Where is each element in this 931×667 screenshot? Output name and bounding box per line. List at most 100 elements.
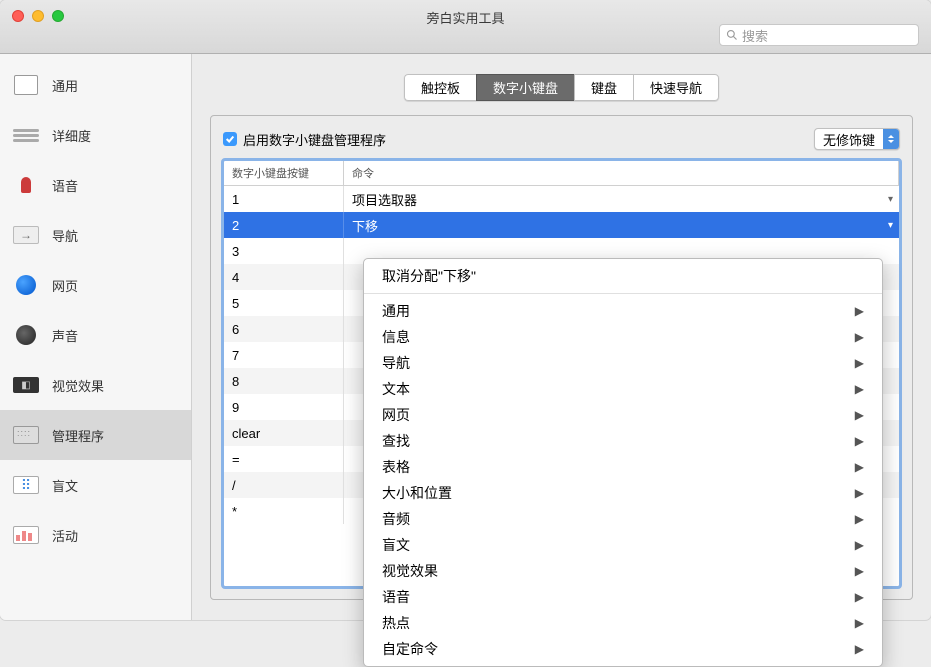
submenu-arrow-icon: ▶ xyxy=(855,304,864,318)
menu-item-label: 音频 xyxy=(382,509,410,529)
sidebar-item-7[interactable]: 管理程序 xyxy=(0,410,191,460)
cell-key: 1 xyxy=(224,186,344,212)
sidebar-item-label: 声音 xyxy=(52,326,78,345)
column-header-key[interactable]: 数字小键盘按键 xyxy=(224,161,344,185)
menu-item-12[interactable]: 热点▶ xyxy=(364,610,882,636)
sidebar-item-0[interactable]: 通用 xyxy=(0,60,191,110)
cell-key: 2 xyxy=(224,212,344,238)
sidebar-item-label: 通用 xyxy=(52,76,78,95)
menu-item-label: 语音 xyxy=(382,587,410,607)
sidebar-item-label: 活动 xyxy=(52,526,78,545)
tab-bar: 触控板数字小键盘键盘快速导航 xyxy=(210,74,913,101)
sidebar-item-label: 导航 xyxy=(52,226,78,245)
cell-key: 3 xyxy=(224,238,344,264)
sidebar-item-label: 详细度 xyxy=(52,126,91,145)
cell-key: 7 xyxy=(224,342,344,368)
menu-item-8[interactable]: 音频 ▶ xyxy=(364,506,882,532)
si-nav-icon xyxy=(10,223,42,247)
menu-item-4[interactable]: 网页 ▶ xyxy=(364,402,882,428)
menu-item-unassign[interactable]: 取消分配"下移" xyxy=(364,263,882,289)
sidebar-item-label: 网页 xyxy=(52,276,78,295)
submenu-arrow-icon: ▶ xyxy=(855,512,864,526)
sidebar-item-1[interactable]: 详细度 xyxy=(0,110,191,160)
search-placeholder: 搜索 xyxy=(742,26,768,45)
menu-item-5[interactable]: 查找 ▶ xyxy=(364,428,882,454)
sidebar-item-5[interactable]: 声音 xyxy=(0,310,191,360)
menu-item-label: 视觉效果 xyxy=(382,561,438,581)
sidebar-item-2[interactable]: 语音 xyxy=(0,160,191,210)
sidebar-item-label: 盲文 xyxy=(52,476,78,495)
cell-key: clear xyxy=(224,420,344,446)
menu-item-label: 热点 xyxy=(382,613,410,633)
menu-item-9[interactable]: 盲文 ▶ xyxy=(364,532,882,558)
table-row[interactable]: 1项目选取器▾ xyxy=(224,186,899,212)
menu-item-11[interactable]: 语音 ▶ xyxy=(364,584,882,610)
titlebar: 旁白实用工具 搜索 xyxy=(0,0,931,54)
menu-item-10[interactable]: 视觉效果 ▶ xyxy=(364,558,882,584)
sidebar-item-label: 视觉效果 xyxy=(52,376,104,395)
si-web-icon xyxy=(10,273,42,297)
si-visual-icon xyxy=(10,373,42,397)
tab-1[interactable]: 数字小键盘 xyxy=(476,74,574,101)
table-row[interactable]: 2下移▾ xyxy=(224,212,899,238)
sidebar-item-8[interactable]: 盲文 xyxy=(0,460,191,510)
menu-item-6[interactable]: 表格▶ xyxy=(364,454,882,480)
search-input[interactable]: 搜索 xyxy=(719,24,919,46)
cell-key: / xyxy=(224,472,344,498)
tab-0[interactable]: 触控板 xyxy=(404,74,476,101)
select-arrows-icon xyxy=(883,129,899,149)
cell-key: 8 xyxy=(224,368,344,394)
menu-item-label: 表格 xyxy=(382,457,410,477)
submenu-arrow-icon: ▶ xyxy=(855,330,864,344)
cell-command[interactable]: 项目选取器▾ xyxy=(344,190,899,209)
menu-item-3[interactable]: 文本▶ xyxy=(364,376,882,402)
checkbox-icon xyxy=(223,132,237,146)
submenu-arrow-icon: ▶ xyxy=(855,434,864,448)
command-popup-menu: 取消分配"下移"通用▶信息▶导航▶文本▶网页▶查找▶表格▶大小和位置▶音频▶盲文… xyxy=(363,258,883,667)
submenu-arrow-icon: ▶ xyxy=(855,356,864,370)
search-icon xyxy=(726,29,738,41)
sidebar-item-label: 语音 xyxy=(52,176,78,195)
chevron-updown-icon: ▾ xyxy=(888,220,893,231)
column-header-command[interactable]: 命令 xyxy=(344,161,899,185)
submenu-arrow-icon: ▶ xyxy=(855,590,864,604)
sidebar-item-9[interactable]: 活动 xyxy=(0,510,191,560)
menu-item-label: 自定命令 xyxy=(382,639,438,659)
menu-item-2[interactable]: 导航 ▶ xyxy=(364,350,882,376)
si-braille-icon xyxy=(10,473,42,497)
submenu-arrow-icon: ▶ xyxy=(855,564,864,578)
menu-item-7[interactable]: 大小和位置▶ xyxy=(364,480,882,506)
menu-item-13[interactable]: 自定命令▶ xyxy=(364,636,882,662)
submenu-arrow-icon: ▶ xyxy=(855,538,864,552)
tab-2[interactable]: 键盘 xyxy=(574,74,633,101)
menu-item-label: 查找 xyxy=(382,431,410,451)
sidebar-item-3[interactable]: 导航 xyxy=(0,210,191,260)
menu-item-1[interactable]: 信息 ▶ xyxy=(364,324,882,350)
tab-3[interactable]: 快速导航 xyxy=(633,74,719,101)
cell-key: 9 xyxy=(224,394,344,420)
cell-key: 5 xyxy=(224,290,344,316)
submenu-arrow-icon: ▶ xyxy=(855,382,864,396)
cell-command[interactable]: 下移▾ xyxy=(344,216,899,235)
menu-item-label: 信息 xyxy=(382,327,410,347)
si-general-icon xyxy=(10,73,42,97)
si-sound-icon xyxy=(10,323,42,347)
checkbox-label: 启用数字小键盘管理程序 xyxy=(243,130,386,149)
menu-item-label: 导航 xyxy=(382,353,410,373)
cell-key: 4 xyxy=(224,264,344,290)
si-mic-icon xyxy=(10,173,42,197)
sidebar-item-4[interactable]: 网页 xyxy=(0,260,191,310)
menu-item-label: 通用 xyxy=(382,301,410,321)
sidebar-item-6[interactable]: 视觉效果 xyxy=(0,360,191,410)
submenu-arrow-icon: ▶ xyxy=(855,408,864,422)
cell-key: * xyxy=(224,498,344,524)
modifier-select[interactable]: 无修饰键 xyxy=(814,128,900,150)
modifier-select-value: 无修饰键 xyxy=(823,130,875,149)
sidebar-item-label: 管理程序 xyxy=(52,426,104,445)
enable-numpad-checkbox[interactable]: 启用数字小键盘管理程序 xyxy=(223,130,386,149)
cell-key: = xyxy=(224,446,344,472)
menu-item-label: 网页 xyxy=(382,405,410,425)
menu-item-0[interactable]: 通用 ▶ xyxy=(364,298,882,324)
menu-item-label: 盲文 xyxy=(382,535,410,555)
menu-separator xyxy=(364,293,882,294)
